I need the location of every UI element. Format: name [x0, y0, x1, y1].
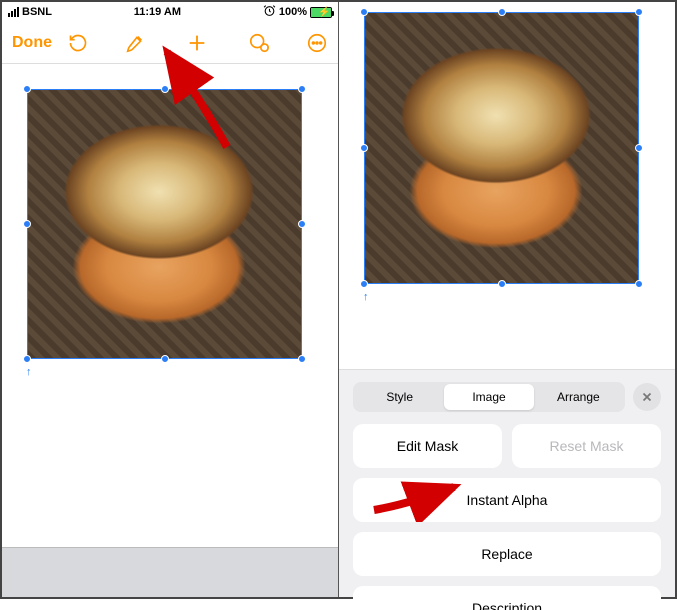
- carrier-label: BSNL: [22, 6, 52, 18]
- close-icon[interactable]: [633, 383, 661, 411]
- anchor-indicator: ↑: [26, 366, 32, 378]
- keyboard-strip: [2, 547, 338, 597]
- alarm-icon: [263, 4, 276, 20]
- resize-handle[interactable]: [298, 220, 306, 228]
- status-bar: BSNL 11:19 AM 100% ⚡: [2, 2, 338, 22]
- anchor-indicator: ↑: [363, 291, 369, 303]
- resize-handle[interactable]: [635, 144, 643, 152]
- resize-handle[interactable]: [498, 8, 506, 16]
- resize-handle[interactable]: [23, 220, 31, 228]
- undo-icon[interactable]: [68, 33, 88, 53]
- resize-handle[interactable]: [360, 144, 368, 152]
- edit-mask-button[interactable]: Edit Mask: [353, 424, 502, 468]
- resize-handle[interactable]: [161, 355, 169, 363]
- tab-style[interactable]: Style: [355, 384, 444, 410]
- toolbar: Done: [2, 22, 338, 64]
- resize-handle[interactable]: [23, 355, 31, 363]
- collab-icon[interactable]: [248, 32, 270, 54]
- selection-frame[interactable]: ↑: [27, 89, 302, 359]
- done-button[interactable]: Done: [12, 34, 52, 52]
- resize-handle[interactable]: [298, 355, 306, 363]
- tab-image[interactable]: Image: [444, 384, 533, 410]
- document-image[interactable]: [28, 90, 301, 358]
- instant-alpha-button[interactable]: Instant Alpha: [353, 478, 661, 522]
- plus-icon[interactable]: [186, 32, 208, 54]
- replace-button[interactable]: Replace: [353, 532, 661, 576]
- brush-icon[interactable]: [124, 32, 146, 54]
- selection-frame[interactable]: ↑: [364, 12, 639, 284]
- segmented-control[interactable]: Style Image Arrange: [353, 382, 625, 412]
- resize-handle[interactable]: [360, 8, 368, 16]
- resize-handle[interactable]: [23, 85, 31, 93]
- resize-handle[interactable]: [298, 85, 306, 93]
- reset-mask-button: Reset Mask: [512, 424, 661, 468]
- format-panel: Style Image Arrange Edit Mask Reset Mask…: [339, 369, 675, 597]
- battery-pct: 100%: [279, 6, 307, 18]
- resize-handle[interactable]: [498, 280, 506, 288]
- description-button[interactable]: Description: [353, 586, 661, 610]
- document-image[interactable]: [365, 13, 638, 283]
- resize-handle[interactable]: [360, 280, 368, 288]
- tab-arrange[interactable]: Arrange: [534, 384, 623, 410]
- resize-handle[interactable]: [635, 280, 643, 288]
- battery-icon: ⚡: [310, 7, 332, 18]
- resize-handle[interactable]: [635, 8, 643, 16]
- signal-icon: [8, 7, 19, 17]
- clock: 11:19 AM: [134, 6, 181, 18]
- resize-handle[interactable]: [161, 85, 169, 93]
- more-icon[interactable]: [306, 32, 328, 54]
